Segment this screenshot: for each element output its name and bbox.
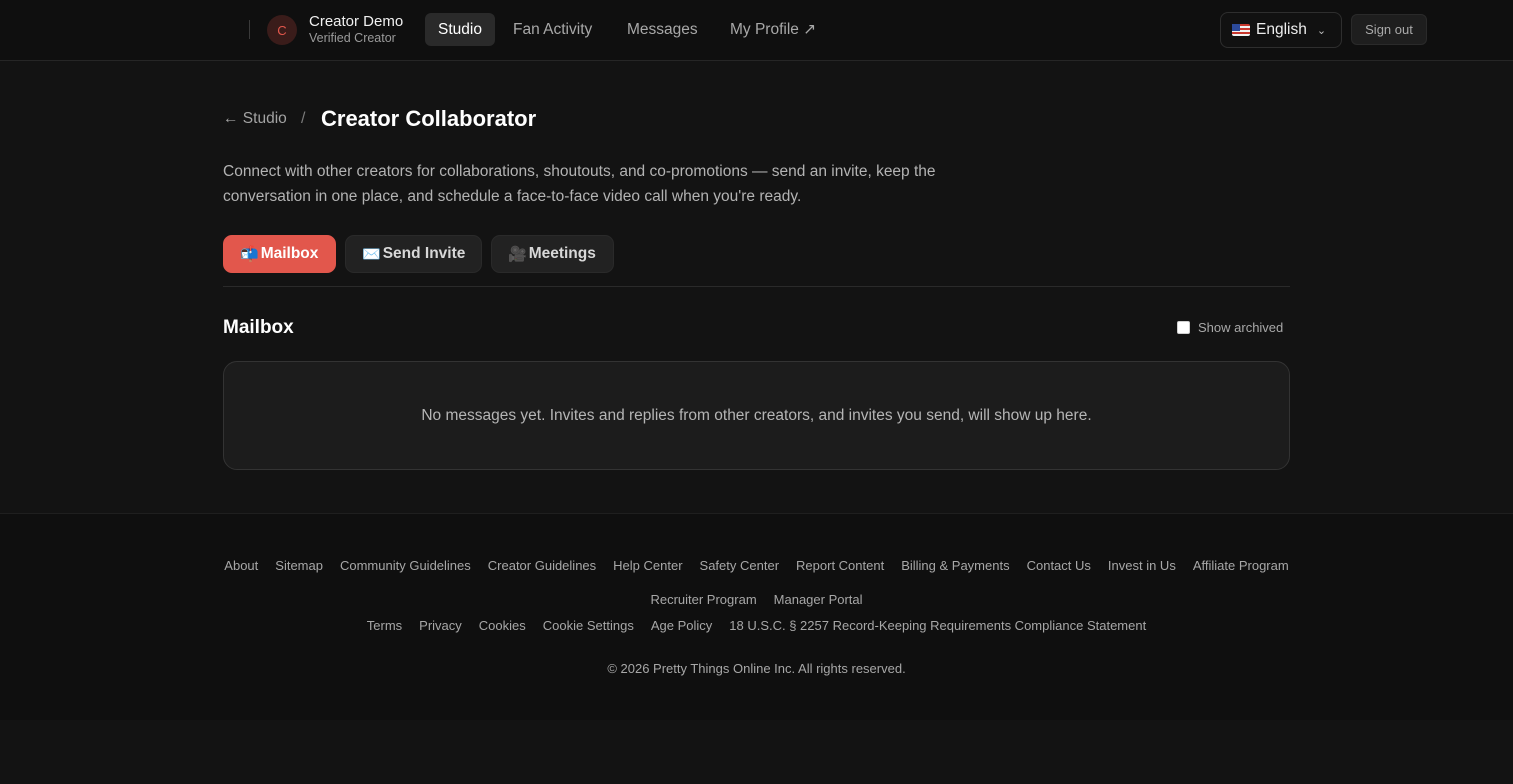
footer-link-sitemap[interactable]: Sitemap: [267, 558, 332, 573]
footer-link-terms[interactable]: Terms: [358, 618, 410, 633]
footer-link-invest[interactable]: Invest in Us: [1099, 558, 1184, 573]
page-bottom: [0, 720, 1513, 784]
footer-links-row-3: Terms Privacy Cookies Cookie Settings Ag…: [0, 618, 1513, 633]
empty-state-message: No messages yet. Invites and replies fro…: [421, 406, 1092, 424]
page-description: Connect with other creators for collabor…: [223, 163, 936, 205]
footer-link-privacy[interactable]: Privacy: [411, 618, 471, 633]
avatar[interactable]: C: [267, 15, 297, 45]
page-title: Creator Collaborator: [321, 106, 537, 131]
show-archived-toggle[interactable]: Show archived: [1177, 320, 1283, 335]
language-select[interactable]: English ⌄: [1220, 12, 1342, 48]
main-content: ← Studio / Creator Collaborator Connect …: [0, 61, 1513, 513]
footer-link-about[interactable]: About: [216, 558, 267, 573]
footer-links-row-2: Recruiter Program Manager Portal: [0, 592, 1513, 607]
tab-meetings[interactable]: 🎥 Meetings: [491, 235, 614, 273]
video-camera-icon: 🎥: [508, 246, 527, 263]
footer-link-recruiter[interactable]: Recruiter Program: [642, 592, 765, 607]
mailbox-title: Mailbox: [223, 317, 294, 338]
language-label: English: [1256, 21, 1307, 38]
nav-messages[interactable]: Messages: [614, 13, 711, 46]
footer-link-contact-us[interactable]: Contact Us: [1018, 558, 1099, 573]
footer-link-creator-guidelines[interactable]: Creator Guidelines: [479, 558, 604, 573]
footer-link-manager-portal[interactable]: Manager Portal: [765, 592, 871, 607]
us-flag-icon: [1232, 24, 1250, 36]
footer-link-cookie-settings[interactable]: Cookie Settings: [534, 618, 642, 633]
tab-send-invite-label: Send Invite: [382, 245, 466, 262]
breadcrumb-separator: /: [301, 110, 306, 127]
footer-link-report-content[interactable]: Report Content: [788, 558, 893, 573]
mailbox-empty-state: No messages yet. Invites and replies fro…: [223, 361, 1290, 470]
footer-links-row-1: About Sitemap Community Guidelines Creat…: [0, 558, 1513, 573]
footer-link-cookies[interactable]: Cookies: [470, 618, 534, 633]
chevron-down-icon: ⌄: [1316, 24, 1327, 37]
sign-out-button[interactable]: Sign out: [1351, 14, 1427, 45]
nav-my-profile[interactable]: My Profile ↗: [717, 13, 829, 46]
copyright-text: © 2026 Pretty Things Online Inc. All rig…: [607, 661, 906, 676]
tab-mailbox[interactable]: 📬 Mailbox: [223, 235, 336, 273]
show-archived-label: Show archived: [1198, 320, 1284, 335]
envelope-icon: ✉️: [362, 246, 381, 263]
user-role: Verified Creator: [309, 31, 396, 45]
footer-link-safety-center[interactable]: Safety Center: [691, 558, 788, 573]
footer-link-affiliate[interactable]: Affiliate Program: [1184, 558, 1297, 573]
back-to-studio-link[interactable]: ← Studio: [223, 110, 287, 128]
nav-fan-activity[interactable]: Fan Activity: [500, 13, 605, 46]
user-name: Creator Demo: [309, 13, 404, 30]
footer: About Sitemap Community Guidelines Creat…: [0, 513, 1513, 720]
footer-link-billing-payments[interactable]: Billing & Payments: [893, 558, 1018, 573]
header-divider: [249, 20, 250, 39]
top-navigation-bar: C Creator Demo Verified Creator Studio F…: [0, 0, 1513, 61]
tab-mailbox-label: Mailbox: [260, 245, 319, 262]
tab-meetings-label: Meetings: [528, 245, 596, 262]
footer-link-age-policy[interactable]: Age Policy: [642, 618, 720, 633]
footer-link-2257[interactable]: 18 U.S.C. § 2257 Record-Keeping Requirem…: [721, 618, 1155, 633]
show-archived-checkbox[interactable]: [1177, 321, 1190, 334]
nav-studio[interactable]: Studio: [425, 13, 495, 46]
mailbox-icon: 📬: [240, 246, 259, 263]
tab-send-invite[interactable]: ✉️ Send Invite: [345, 235, 482, 273]
tabs-divider: [223, 286, 1290, 287]
footer-link-community-guidelines[interactable]: Community Guidelines: [331, 558, 479, 573]
footer-link-help-center[interactable]: Help Center: [605, 558, 691, 573]
